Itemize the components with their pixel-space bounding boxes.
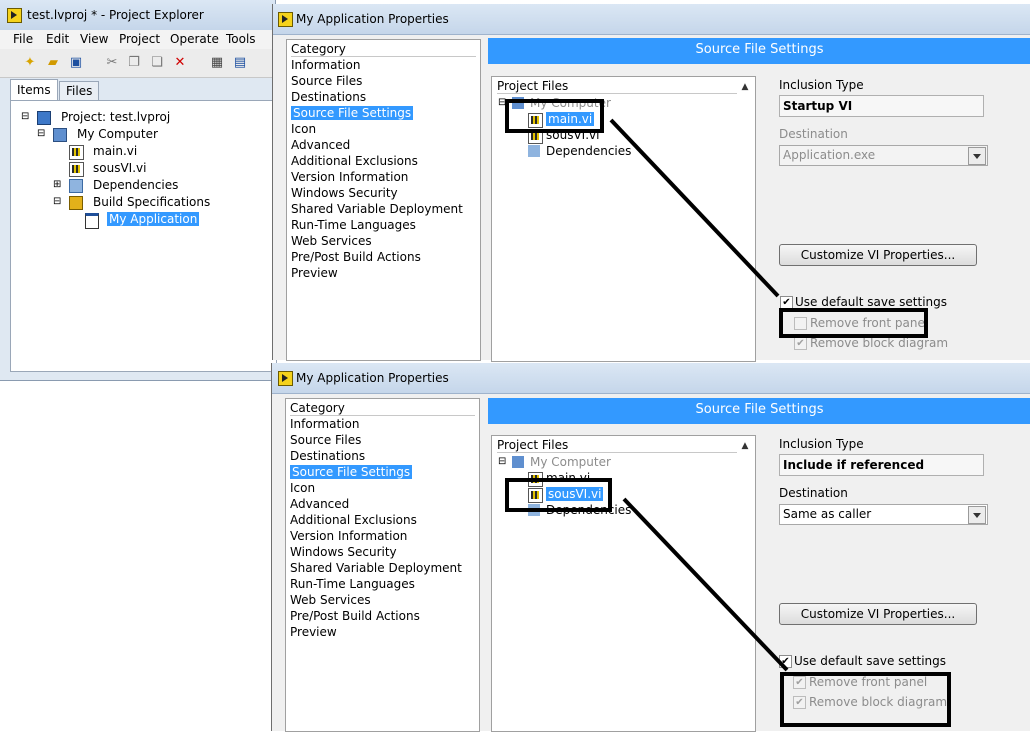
annotation-line-top — [609, 118, 780, 298]
annotation-line-bottom — [622, 497, 789, 672]
annotation-lines — [609, 118, 789, 672]
